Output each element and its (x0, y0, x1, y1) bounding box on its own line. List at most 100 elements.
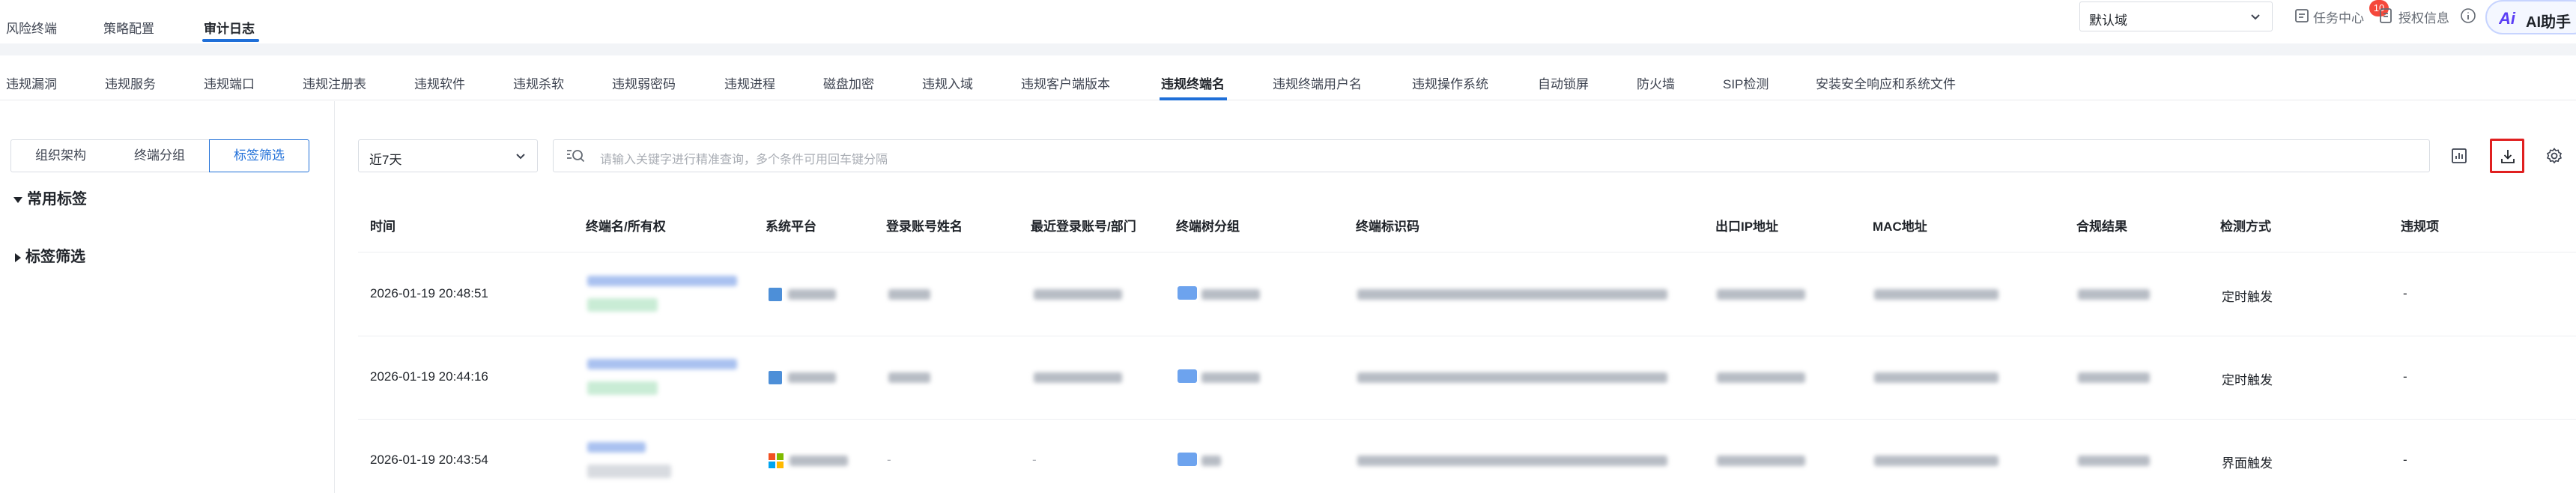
subtab-process[interactable]: 违规进程 (724, 73, 775, 92)
col-violation: 违规项 (2401, 220, 2439, 234)
export-button[interactable] (2490, 139, 2524, 173)
subtab-vuln[interactable]: 违规漏洞 (6, 73, 57, 92)
recent-account-text (1034, 289, 1122, 300)
recent-account-text (1034, 372, 1122, 383)
cell-detect-method: 界面触发 (2222, 456, 2273, 471)
chevron-down-icon (516, 154, 525, 160)
ai-assistant-label: AI助手 (2526, 14, 2571, 31)
cell-time: 2026-01-19 20:44:16 (370, 369, 488, 384)
subtab-port[interactable]: 违规端口 (204, 73, 255, 92)
egress-ip-text (1717, 289, 1805, 300)
col-platform: 系统平台 (766, 220, 816, 234)
search-filter-icon (567, 150, 585, 163)
chevron-down-icon (2251, 14, 2260, 20)
col-login-name: 登录账号姓名 (886, 220, 963, 234)
cell-time: 2026-01-19 20:43:54 (370, 453, 488, 467)
compliance-text (2078, 289, 2150, 300)
subtab-os[interactable]: 违规操作系统 (1412, 73, 1488, 92)
col-detect-method: 检测方式 (2220, 220, 2271, 234)
ai-assistant-button[interactable]: Ai AI助手 (2485, 0, 2576, 34)
cell-violation: - (2403, 286, 2407, 300)
subtab-security-response[interactable]: 安装安全响应和系统文件 (1816, 73, 1956, 92)
terminal-name-link[interactable] (587, 359, 737, 369)
domain-select[interactable]: 默认域 (2079, 1, 2273, 31)
subtab-software[interactable]: 违规软件 (414, 73, 465, 92)
platform-text (788, 372, 836, 383)
ownership-tag (587, 381, 658, 395)
period-select[interactable]: 近7天 (358, 139, 538, 172)
folder-icon (1178, 286, 1197, 300)
windows-icon (769, 453, 784, 468)
caret-right-icon (15, 252, 21, 262)
ownership-tag (587, 465, 671, 478)
platform-text (788, 289, 836, 300)
tree-group-text (1201, 456, 1221, 466)
subtab-registry[interactable]: 违规注册表 (303, 73, 366, 92)
egress-ip-text (1717, 372, 1805, 383)
info-icon[interactable] (2460, 7, 2476, 24)
download-icon (2501, 150, 2515, 163)
task-center-link[interactable]: 任务中心 (2313, 7, 2364, 26)
col-terminal-id: 终端标识码 (1356, 220, 1419, 234)
terminal-id-text (1357, 289, 1667, 300)
cell-detect-method: 定时触发 (2222, 373, 2273, 387)
cell-recent-account: - (1032, 453, 1037, 467)
segment-org-structure[interactable]: 组织架构 (10, 139, 111, 172)
subtab-weak-password[interactable]: 违规弱密码 (612, 73, 676, 92)
subtab-domain-join[interactable]: 违规入域 (922, 73, 973, 92)
gear-icon (2546, 148, 2563, 164)
login-name-text (888, 372, 930, 383)
subtab-sip[interactable]: SIP检测 (1723, 73, 1769, 92)
topnav-active-indicator (202, 39, 259, 42)
subtab-disk-encryption[interactable]: 磁盘加密 (823, 73, 874, 92)
terminal-name-link[interactable] (587, 442, 646, 453)
subtab-firewall[interactable]: 防火墙 (1637, 73, 1675, 92)
license-icon (2380, 8, 2392, 23)
cell-detect-method: 定时触发 (2222, 290, 2273, 304)
tree-tag-filter-label: 标签筛选 (25, 249, 85, 265)
tree-common-tags-label: 常用标签 (27, 191, 87, 208)
subtab-terminal-username[interactable]: 违规终端用户名 (1273, 73, 1362, 92)
chart-view-button[interactable] (2442, 139, 2476, 173)
cell-time: 2026-01-19 20:48:51 (370, 286, 488, 300)
terminal-name-link[interactable] (587, 276, 737, 286)
col-recent-account: 最近登录账号/部门 (1031, 220, 1136, 234)
tree-tag-filter[interactable]: 标签筛选 (15, 244, 85, 266)
segment-terminal-group[interactable]: 终端分组 (110, 139, 210, 172)
topnav-audit-log[interactable]: 审计日志 (204, 18, 255, 37)
subtab-auto-lock[interactable]: 自动锁屏 (1538, 73, 1589, 92)
login-name-text (888, 289, 930, 300)
terminal-id-text (1357, 372, 1667, 383)
ai-icon: Ai (2499, 9, 2516, 28)
col-terminal-name: 终端名/所有权 (586, 220, 666, 234)
topnav-risk-terminal[interactable]: 风险终端 (6, 18, 57, 37)
subtab-terminal-name[interactable]: 违规终端名 (1161, 73, 1225, 92)
col-compliance: 合规结果 (2076, 220, 2127, 234)
segment-tag-filter[interactable]: 标签筛选 (209, 139, 309, 172)
subtab-antivirus[interactable]: 违规杀软 (513, 73, 564, 92)
task-list-icon (2295, 9, 2309, 22)
platform-icon (769, 371, 782, 384)
domain-select-value: 默认域 (2089, 13, 2127, 28)
subtab-service[interactable]: 违规服务 (105, 73, 156, 92)
search-input[interactable]: 请输入关键字进行精准查询，多个条件可用回车键分隔 (553, 139, 2430, 172)
col-tree-group: 终端树分组 (1176, 220, 1240, 234)
subtab-active-indicator (1160, 97, 1227, 100)
compliance-text (2078, 372, 2150, 383)
tree-common-tags[interactable]: 常用标签 (13, 187, 87, 208)
platform-text (790, 456, 848, 466)
period-select-value: 近7天 (369, 153, 402, 167)
col-mac: MAC地址 (1873, 220, 1927, 234)
cell-violation: - (2403, 453, 2407, 467)
license-info-link[interactable]: 授权信息 (2398, 7, 2449, 26)
settings-button[interactable] (2539, 139, 2574, 173)
caret-down-icon (13, 196, 22, 203)
header-separator (0, 43, 2576, 55)
sub-tabs: 违规漏洞 违规服务 违规端口 违规注册表 违规软件 违规杀软 违规弱密码 违规进… (0, 55, 2576, 100)
subtab-client-version[interactable]: 违规客户端版本 (1021, 73, 1110, 92)
col-time: 时间 (370, 220, 396, 234)
terminal-id-text (1357, 456, 1667, 466)
topnav-policy-config[interactable]: 策略配置 (103, 18, 154, 37)
row-divider (358, 419, 2576, 420)
tree-group-text (1201, 372, 1260, 383)
